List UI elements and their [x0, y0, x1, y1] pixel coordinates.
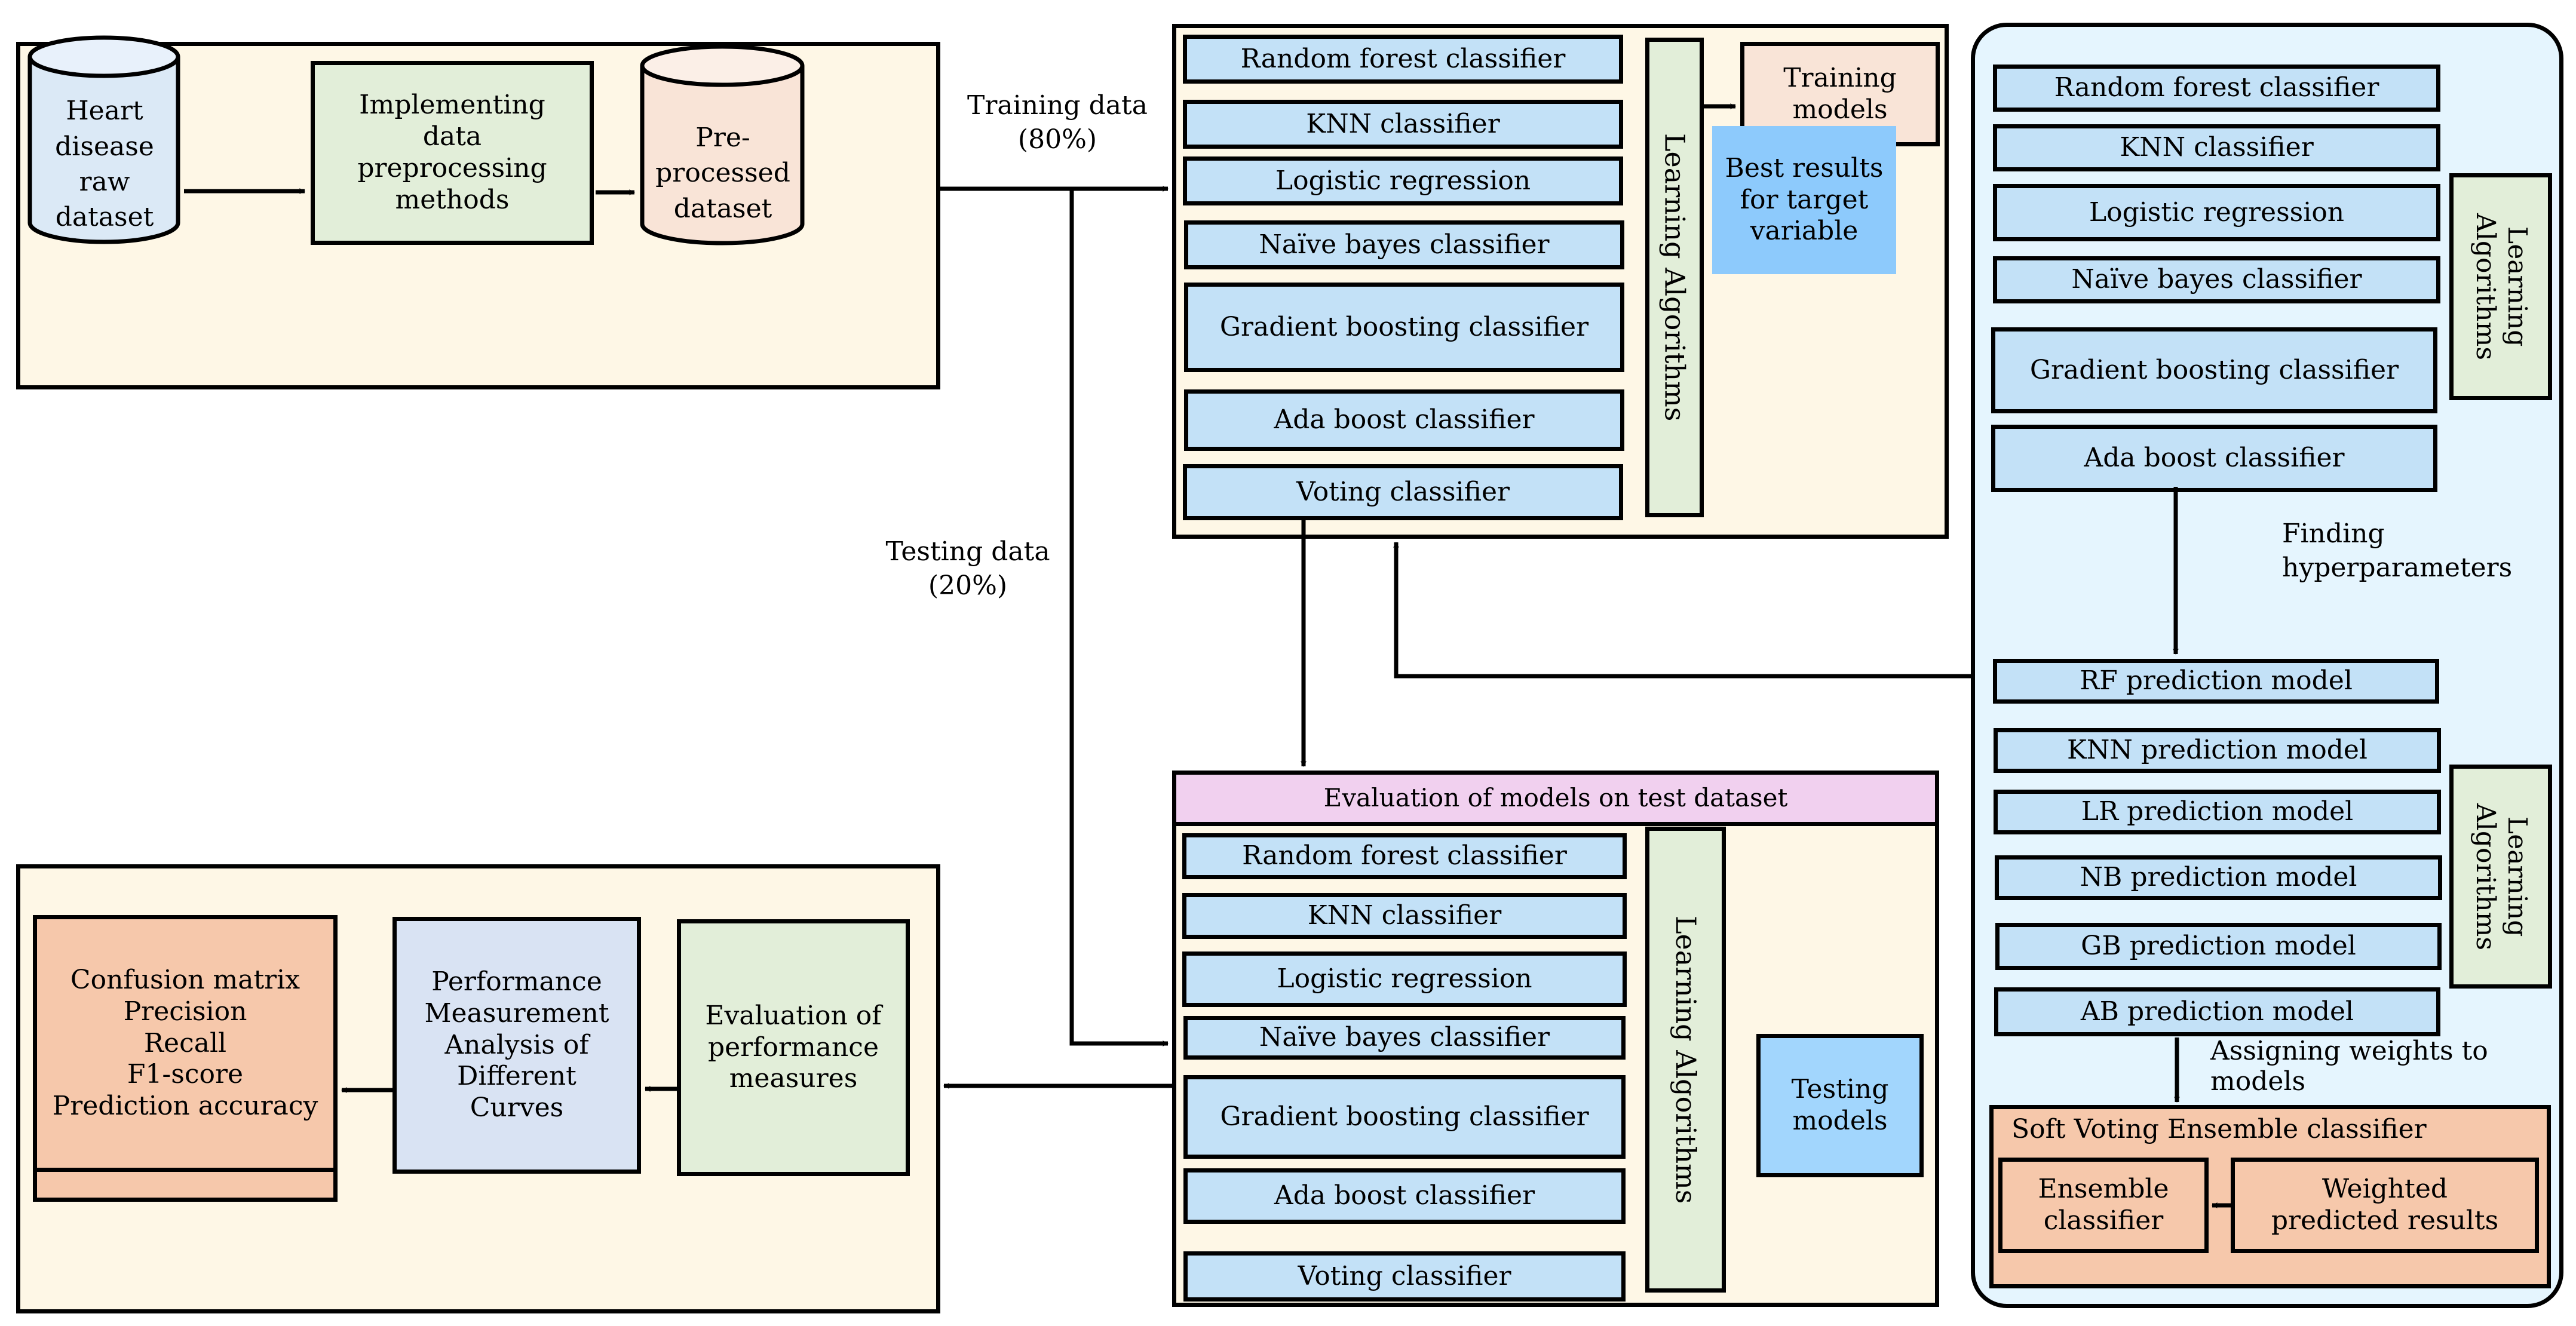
arrow-ensemble-to-training — [1393, 542, 1974, 679]
line-testing-split — [1069, 189, 1169, 1046]
connector-layer — [184, 103, 2231, 1208]
